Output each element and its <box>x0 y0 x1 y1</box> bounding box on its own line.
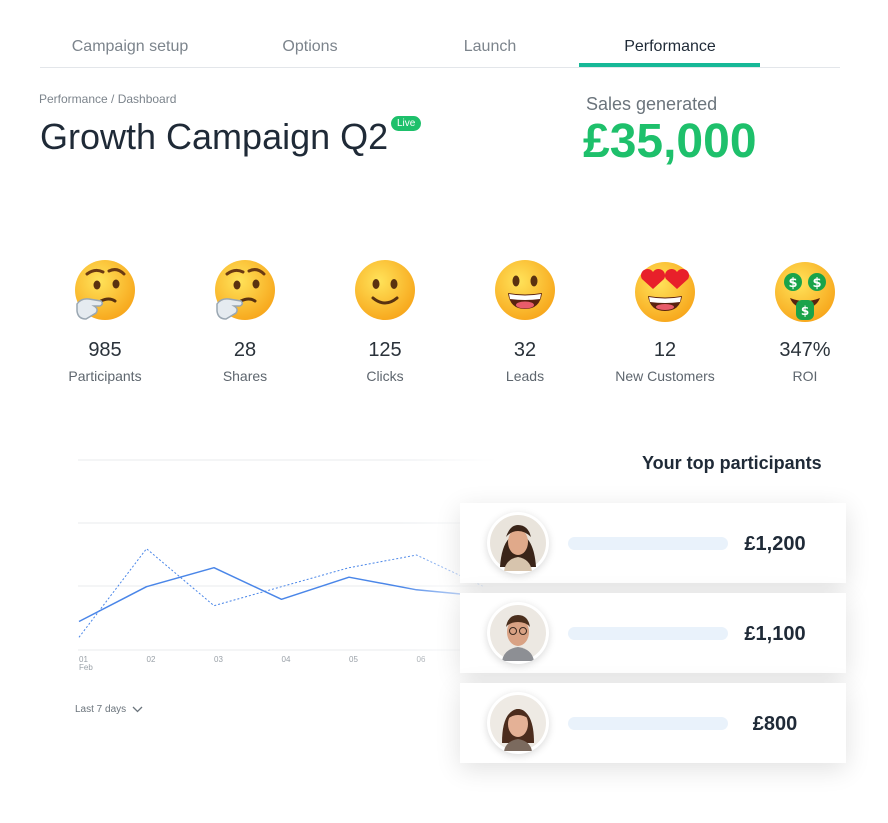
avatar <box>487 602 549 664</box>
avatar <box>487 692 549 754</box>
participant-progress-bar <box>568 627 728 640</box>
sales-value: £35,000 <box>583 115 757 168</box>
slightly-smiling-face-icon <box>355 260 415 320</box>
x-tick-label: 06 <box>417 655 426 664</box>
tab-options[interactable]: Options <box>220 38 400 56</box>
x-tick-label: 05 <box>349 655 358 664</box>
stat-value: 28 <box>233 339 257 361</box>
person-avatar-icon <box>490 515 546 571</box>
stat-new-customers: 12 New Customers <box>595 258 735 384</box>
tab-bar: Campaign setup Options Launch Performanc… <box>40 0 840 68</box>
stat-label: ROI <box>792 368 818 384</box>
x-axis-month-label: Feb <box>79 663 93 672</box>
tab-performance[interactable]: Performance <box>580 38 760 56</box>
stat-label: Leads <box>505 368 545 384</box>
heart-eyes-face-icon <box>635 262 695 322</box>
stat-value: 125 <box>368 339 402 361</box>
tab-launch[interactable]: Launch <box>400 38 580 56</box>
x-tick-label: 04 <box>282 655 291 664</box>
date-range-select[interactable]: Last 7 days <box>75 704 143 715</box>
stat-value: 12 <box>653 339 677 361</box>
participant-amount: £1,100 <box>744 623 806 645</box>
stat-label: Shares <box>222 368 268 384</box>
stat-participants: 985 Participants <box>35 258 175 384</box>
sales-label: Sales generated <box>586 94 718 114</box>
page-title: Growth Campaign Q2 <box>40 116 389 157</box>
stat-leads: 32 Leads <box>455 258 595 384</box>
stat-value: 985 <box>88 339 122 361</box>
series-line-dotted <box>78 548 485 638</box>
avatar <box>487 512 549 574</box>
stat-value: 32 <box>513 339 537 361</box>
active-tab-indicator <box>579 63 760 67</box>
date-range-label: Last 7 days <box>75 704 127 715</box>
stat-roi: $ $ $ 347% ROI <box>735 258 875 384</box>
grinning-face-icon <box>495 260 555 320</box>
top-participants-title: Your top participants <box>642 453 822 473</box>
stat-clicks: 125 Clicks <box>315 258 455 384</box>
x-tick-label: 02 <box>147 655 156 664</box>
series-line-solid <box>78 566 485 623</box>
svg-text:$: $ <box>788 276 797 291</box>
stat-label: Clicks <box>366 368 404 384</box>
participant-card[interactable]: £800 <box>460 683 846 763</box>
svg-text:$: $ <box>812 276 821 291</box>
participant-amount: £800 <box>752 713 798 735</box>
money-mouth-face-icon: $ $ $ <box>775 262 835 322</box>
thinking-face-icon <box>75 260 135 320</box>
stat-label: Participants <box>68 368 142 384</box>
person-avatar-icon <box>490 605 546 661</box>
chevron-down-icon <box>132 706 143 713</box>
tab-campaign-setup[interactable]: Campaign setup <box>40 38 220 56</box>
performance-line-chart: 3010010203040506Feb <box>78 459 500 672</box>
status-badge: Live <box>391 116 422 131</box>
participant-amount: £1,200 <box>744 533 806 555</box>
person-avatar-icon <box>490 695 546 751</box>
stat-value: 347% <box>779 339 831 361</box>
participant-card[interactable]: £1,100 <box>460 593 846 673</box>
stat-label: New Customers <box>615 368 715 384</box>
svg-text:$: $ <box>801 304 809 318</box>
participant-card[interactable]: £1,200 <box>460 503 846 583</box>
x-tick-label: 03 <box>214 655 223 664</box>
thinking-face-icon <box>215 260 275 320</box>
breadcrumb: Performance / Dashboard <box>39 92 177 106</box>
participant-progress-bar <box>568 717 728 730</box>
participant-progress-bar <box>568 537 728 550</box>
stat-shares: 28 Shares <box>175 258 315 384</box>
